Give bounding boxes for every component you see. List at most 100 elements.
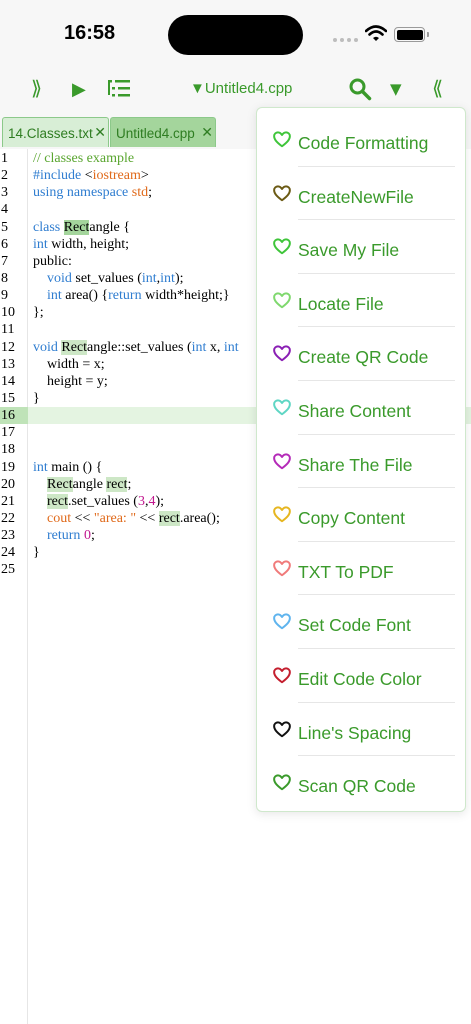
close-tab-icon[interactable]: ✕ bbox=[201, 125, 213, 141]
menu-item-label: Locate File bbox=[298, 293, 384, 314]
menu-item-label: TXT To PDF bbox=[298, 561, 394, 582]
heart-icon bbox=[273, 560, 291, 577]
expand-sidebar-icon[interactable]: ⟫ bbox=[31, 76, 42, 100]
heart-icon bbox=[273, 292, 291, 309]
status-time: 16:58 bbox=[64, 22, 116, 44]
line-number: 17 bbox=[1, 425, 15, 440]
code-line: using namespace std; bbox=[33, 185, 152, 200]
tab-label: Untitled4.cpp bbox=[116, 126, 195, 141]
close-tab-icon[interactable]: ✕ bbox=[94, 125, 106, 141]
menu-dropdown-icon[interactable]: ▼ bbox=[390, 80, 402, 98]
line-number: 12 bbox=[1, 340, 15, 355]
menu-item-label: Scan QR Code bbox=[298, 776, 416, 797]
menu-item-scan-qr-code[interactable]: Scan QR Code bbox=[257, 756, 465, 810]
menu-item-label: Share The File bbox=[298, 454, 413, 475]
search-icon[interactable] bbox=[348, 77, 372, 105]
line-number: 2 bbox=[1, 168, 8, 183]
line-number: 5 bbox=[1, 220, 8, 235]
heart-icon bbox=[273, 399, 291, 416]
line-number: 21 bbox=[1, 494, 15, 509]
line-number: 13 bbox=[1, 357, 15, 372]
code-line: height = y; bbox=[33, 374, 108, 389]
code-line: #include <iostream> bbox=[33, 168, 149, 183]
line-number: 1 bbox=[1, 151, 8, 166]
run-icon[interactable]: ▶ bbox=[72, 79, 86, 100]
menu-item-code-formatting[interactable]: Code Formatting bbox=[257, 113, 465, 167]
line-number: 15 bbox=[1, 391, 15, 406]
tab-label: 14.Classes.txt bbox=[8, 126, 93, 141]
line-number: 23 bbox=[1, 528, 15, 543]
code-line: }; bbox=[33, 305, 44, 320]
line-number: 8 bbox=[1, 271, 8, 286]
code-line: return 0; bbox=[47, 528, 95, 543]
menu-item-label: CreateNewFile bbox=[298, 186, 414, 207]
code-line: int width, height; bbox=[33, 237, 130, 252]
line-number-active: 16 bbox=[0, 407, 28, 424]
heart-icon bbox=[273, 774, 291, 791]
line-number: 20 bbox=[1, 477, 15, 492]
code-line: // classes example bbox=[33, 151, 135, 166]
code-line: cout << "area: " << rect.area(); bbox=[47, 511, 220, 526]
collapse-icon[interactable]: ⟪ bbox=[432, 76, 443, 100]
line-number: 24 bbox=[1, 545, 15, 560]
signal-icon bbox=[333, 38, 358, 42]
menu-item-save-my-file[interactable]: Save My File bbox=[257, 220, 465, 274]
line-number: 11 bbox=[1, 322, 15, 337]
outline-icon[interactable] bbox=[107, 78, 131, 104]
line-number: 10 bbox=[1, 305, 15, 320]
battery-icon bbox=[394, 27, 429, 42]
tab-untitled4[interactable]: Untitled4.cpp ✕ bbox=[110, 117, 216, 147]
menu-item-lines-spacing[interactable]: Line's Spacing bbox=[257, 703, 465, 757]
code-line: class Rectangle { bbox=[33, 220, 130, 235]
line-number: 19 bbox=[1, 460, 15, 475]
heart-icon bbox=[273, 613, 291, 630]
code-line: public: bbox=[33, 254, 72, 269]
heart-icon bbox=[273, 452, 291, 469]
code-line: void Rectangle::set_values (int x, int bbox=[33, 340, 239, 355]
line-number: 7 bbox=[1, 254, 8, 269]
line-number: 6 bbox=[1, 237, 8, 252]
menu-item-copy-content[interactable]: Copy Content bbox=[257, 488, 465, 542]
menu-item-label: Edit Code Color bbox=[298, 669, 422, 689]
menu-item-label: Code Formatting bbox=[298, 133, 429, 153]
line-number: 3 bbox=[1, 185, 8, 200]
code-line: int area() {return width*height;} bbox=[47, 288, 230, 303]
menu-item-edit-code-color[interactable]: Edit Code Color bbox=[257, 649, 465, 703]
code-line: Rectangle rect; bbox=[47, 477, 132, 492]
menu-item-label: Create QR Code bbox=[298, 347, 429, 368]
line-number: 9 bbox=[1, 288, 8, 303]
code-line: } bbox=[33, 545, 40, 560]
line-number-gutter: 1 2 3 4 5 6 7 8 9 10 11 12 13 14 15 16 1… bbox=[0, 149, 28, 1024]
wifi-icon bbox=[364, 25, 388, 47]
menu-item-label: Line's Spacing bbox=[298, 722, 412, 743]
code-line: void set_values (int,int); bbox=[47, 271, 184, 286]
line-number: 18 bbox=[1, 442, 15, 457]
menu-item-locate-file[interactable]: Locate File bbox=[257, 274, 465, 328]
file-title-dropdown[interactable]: ▼Untitled4.cpp bbox=[190, 80, 292, 97]
heart-icon bbox=[273, 131, 291, 148]
menu-item-label: Share Content bbox=[298, 401, 411, 421]
heart-icon bbox=[273, 506, 291, 523]
code-line: width = x; bbox=[33, 357, 105, 372]
heart-icon bbox=[273, 720, 291, 737]
code-line: } bbox=[33, 391, 40, 406]
line-number: 22 bbox=[1, 511, 15, 526]
dynamic-island bbox=[168, 15, 303, 55]
code-line: rect.set_values (3,4); bbox=[47, 494, 165, 509]
menu-item-create-new-file[interactable]: CreateNewFile bbox=[257, 167, 465, 221]
line-number: 25 bbox=[1, 562, 15, 577]
line-number: 14 bbox=[1, 374, 15, 389]
menu-item-txt-to-pdf[interactable]: TXT To PDF bbox=[257, 542, 465, 596]
menu-item-set-code-font[interactable]: Set Code Font bbox=[257, 595, 465, 649]
menu-item-label: Copy Content bbox=[298, 508, 406, 529]
menu-item-label: Set Code Font bbox=[298, 615, 411, 636]
code-line: int main () { bbox=[33, 460, 103, 475]
tab-14-classes[interactable]: 14.Classes.txt ✕ bbox=[2, 117, 109, 147]
menu-item-create-qr-code[interactable]: Create QR Code bbox=[257, 327, 465, 381]
heart-icon bbox=[273, 238, 291, 255]
heart-icon bbox=[273, 345, 291, 362]
menu-item-share-content[interactable]: Share Content bbox=[257, 381, 465, 435]
menu-item-share-the-file[interactable]: Share The File bbox=[257, 435, 465, 489]
heart-icon bbox=[273, 184, 291, 201]
menu-item-label: Save My File bbox=[298, 240, 400, 261]
